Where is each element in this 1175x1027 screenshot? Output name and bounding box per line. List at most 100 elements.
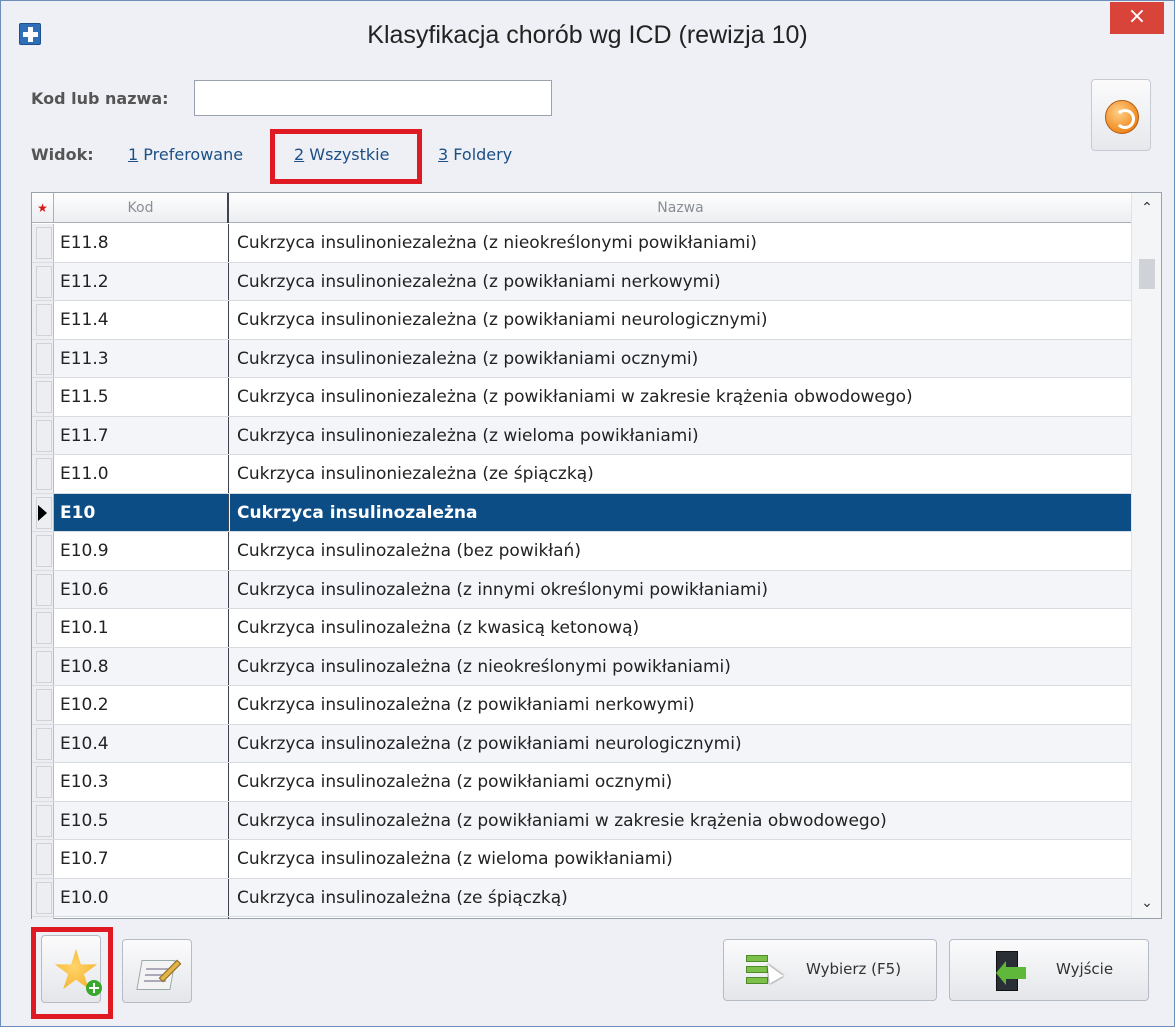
view-text: Foldery [453, 145, 513, 164]
row-indicator[interactable] [32, 801, 54, 839]
cell-name[interactable]: Cukrzyca nie określona [230, 917, 1132, 919]
row-indicator[interactable] [32, 840, 54, 878]
search-input[interactable] [194, 80, 552, 116]
cell-code[interactable]: E10.2 [54, 686, 229, 724]
cell-code[interactable]: E10.3 [54, 763, 229, 801]
cell-code[interactable]: E11.2 [54, 262, 229, 300]
cell-code[interactable]: E14 [54, 917, 229, 919]
table-row[interactable]: E11.2 Cukrzyca insulinoniezależna (z powi… [32, 262, 1132, 301]
cell-name[interactable]: Cukrzyca insulinozależna (z wieloma powi… [230, 840, 1132, 878]
table-row[interactable]: E11.0 Cukrzyca insulinoniezależna (ze śpi… [32, 455, 1132, 494]
table-row[interactable]: E11.3 Cukrzyca insulinoniezależna (z powi… [32, 339, 1132, 378]
grid-header: ★ Kod Nazwa [32, 193, 1132, 223]
cell-name[interactable]: Cukrzyca insulinozależna (z powikłaniami… [230, 725, 1132, 763]
row-indicator[interactable] [32, 917, 54, 919]
row-indicator[interactable] [32, 532, 54, 570]
row-indicator[interactable] [32, 878, 54, 916]
cell-code[interactable]: E11.0 [54, 455, 229, 493]
cell-code[interactable]: E11.5 [54, 378, 229, 416]
table-row[interactable]: E10.0 Cukrzyca insulinozależna (ze śpiącz… [32, 878, 1132, 917]
cell-name[interactable]: Cukrzyca insulinozależna (z powikłaniami… [230, 763, 1132, 801]
table-row[interactable]: E10.8 Cukrzyca insulinozależna (z nieokre… [32, 647, 1132, 686]
table-row[interactable]: E10.5 Cukrzyca insulinozależna (z powikła… [32, 801, 1132, 840]
cell-name[interactable]: Cukrzyca insulinoniezależna (ze śpiączką… [230, 455, 1132, 493]
table-row[interactable]: E11.7 Cukrzyca insulinoniezależna (z wiel… [32, 416, 1132, 455]
cell-code[interactable]: E11.3 [54, 339, 229, 377]
table-row[interactable]: E10.2 Cukrzyca insulinozależna (z powikła… [32, 686, 1132, 725]
row-indicator[interactable] [32, 724, 54, 762]
favorite-column-header[interactable]: ★ [32, 193, 54, 223]
add-favorite-highlight-box [31, 927, 113, 1019]
orange-action-button[interactable] [1091, 79, 1151, 151]
row-indicator[interactable] [32, 609, 54, 647]
cell-code[interactable]: E10.0 [54, 878, 229, 916]
scroll-down-icon[interactable]: ⌄ [1132, 888, 1162, 918]
close-button[interactable]: × [1110, 2, 1164, 34]
view-foldery-link[interactable]: 3 Foldery [438, 145, 512, 164]
code-column-header[interactable]: Kod [54, 193, 229, 223]
row-indicator[interactable] [32, 686, 54, 724]
table-row[interactable]: E10.1 Cukrzyca insulinozależna (z kwasicą… [32, 609, 1132, 648]
row-indicator[interactable] [32, 416, 54, 454]
cell-name[interactable]: Cukrzyca insulinozależna (z powikłaniami… [230, 802, 1132, 840]
icd-grid[interactable]: ★ Kod Nazwa E11.8 Cukrzyca insulinoniezal… [31, 192, 1162, 919]
exit-button[interactable]: Wyjście [949, 939, 1149, 1001]
table-row[interactable]: E11.4 Cukrzyca insulinoniezależna (z powi… [32, 301, 1132, 340]
cell-code[interactable]: E10.7 [54, 840, 229, 878]
table-row[interactable]: E10 Cukrzyca insulinozależna [32, 493, 1132, 532]
cell-code[interactable]: E10.6 [54, 570, 229, 608]
cell-code[interactable]: E11.8 [54, 224, 229, 262]
cell-name[interactable]: Cukrzyca insulinozależna (bez powikłań) [230, 532, 1132, 570]
cell-name[interactable]: Cukrzyca insulinoniezależna (z powikłani… [230, 301, 1132, 339]
cell-name[interactable]: Cukrzyca insulinozależna [230, 493, 1132, 531]
select-button[interactable]: Wybierz (F5) [723, 939, 937, 1001]
cell-name[interactable]: Cukrzyca insulinoniezależna (z powikłani… [230, 263, 1132, 301]
view-number: 1 [128, 145, 139, 164]
row-indicator[interactable] [32, 647, 54, 685]
cell-code[interactable]: E11.4 [54, 301, 229, 339]
cell-name[interactable]: Cukrzyca insulinozależna (ze śpiączką) [230, 879, 1132, 917]
table-row[interactable]: E10.9 Cukrzyca insulinozależna (bez powik… [32, 532, 1132, 571]
edit-button[interactable] [122, 939, 192, 1003]
row-indicator[interactable] [32, 763, 54, 801]
name-column-header[interactable]: Nazwa [229, 193, 1132, 223]
table-row[interactable]: E14Cukrzyca nie określona [32, 917, 1132, 919]
title-bar[interactable]: Klasyfikacja chorób wg ICD (rewizja 10) … [1, 1, 1174, 67]
cell-code[interactable]: E10 [54, 493, 229, 531]
cell-code[interactable]: E10.5 [54, 801, 229, 839]
cell-code[interactable]: E10.9 [54, 532, 229, 570]
row-indicator[interactable] [32, 570, 54, 608]
row-selector-arrow-icon[interactable] [32, 493, 54, 531]
table-row[interactable]: E10.6 Cukrzyca insulinozależna (z innymi … [32, 570, 1132, 609]
cell-name[interactable]: Cukrzyca insulinoniezależna (z wieloma p… [230, 417, 1132, 455]
view-preferowane-link[interactable]: 1 Preferowane [128, 145, 243, 164]
scroll-up-icon[interactable]: ⌃ [1132, 193, 1162, 223]
table-row[interactable]: E10.7 Cukrzyca insulinozależna (z wieloma… [32, 840, 1132, 879]
exit-button-label: Wyjście [1056, 960, 1114, 978]
row-indicator[interactable] [32, 262, 54, 300]
row-indicator[interactable] [32, 455, 54, 493]
row-indicator[interactable] [32, 378, 54, 416]
cell-name[interactable]: Cukrzyca insulinoniezależna (z powikłani… [230, 378, 1132, 416]
vertical-scrollbar[interactable]: ⌃ ⌄ [1131, 193, 1161, 918]
select-button-label: Wybierz (F5) [806, 960, 902, 978]
table-row[interactable]: E10.4 Cukrzyca insulinozależna (z powikła… [32, 724, 1132, 763]
scroll-thumb[interactable] [1139, 259, 1155, 289]
cell-code[interactable]: E10.8 [54, 647, 229, 685]
cell-name[interactable]: Cukrzyca insulinozależna (z powikłaniami… [230, 686, 1132, 724]
cell-code[interactable]: E10.4 [54, 724, 229, 762]
table-row[interactable]: E10.3 Cukrzyca insulinozależna (z powikła… [32, 763, 1132, 802]
cell-name[interactable]: Cukrzyca insulinoniezależna (z powikłani… [230, 340, 1132, 378]
cell-code[interactable]: E10.1 [54, 609, 229, 647]
cell-name[interactable]: Cukrzyca insulinozależna (z kwasicą keto… [230, 609, 1132, 647]
cell-name[interactable]: Cukrzyca insulinozależna (z innymi okreś… [230, 571, 1132, 609]
row-indicator[interactable] [32, 224, 54, 262]
table-row[interactable]: E11.5 Cukrzyca insulinoniezależna (z powi… [32, 378, 1132, 417]
search-label: Kod lub nazwa: [31, 89, 169, 108]
cell-name[interactable]: Cukrzyca insulinoniezależna (z nieokreśl… [230, 224, 1132, 262]
table-row[interactable]: E11.8 Cukrzyca insulinoniezależna (z nieo… [32, 224, 1132, 263]
row-indicator[interactable] [32, 301, 54, 339]
cell-name[interactable]: Cukrzyca insulinozależna (z nieokreślony… [230, 648, 1132, 686]
row-indicator[interactable] [32, 339, 54, 377]
cell-code[interactable]: E11.7 [54, 416, 229, 454]
